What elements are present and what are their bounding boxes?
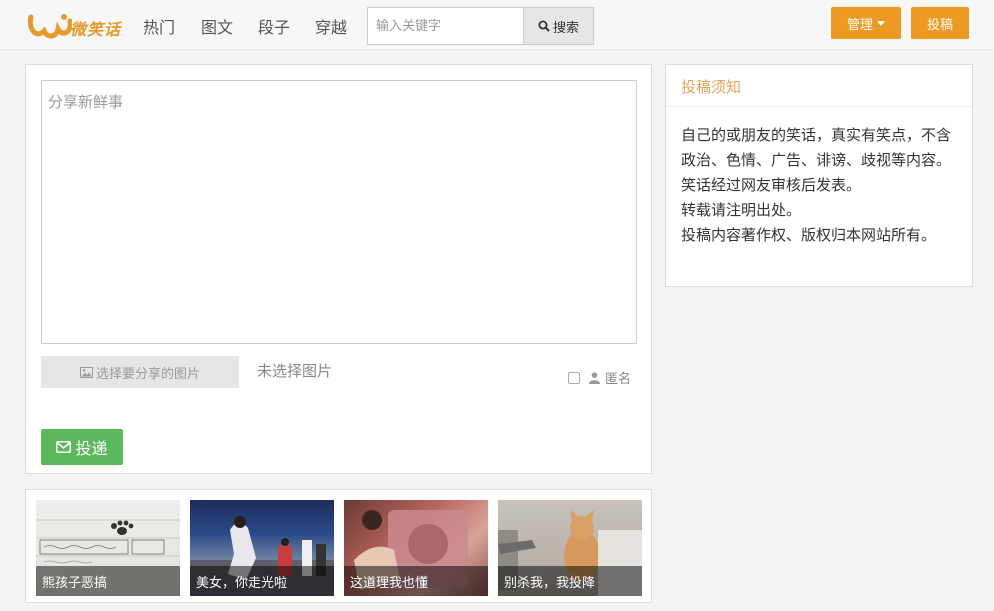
site-logo[interactable]: 微笑话 [28,7,128,43]
thumbnail-caption: 别杀我，我投降 [498,566,642,596]
contribute-button-label: 投稿 [926,17,953,33]
thumbnail-card[interactable]: 这道理我也懂 [344,500,488,596]
anonymous-checkbox[interactable] [568,371,580,384]
search-button-label: 搜索 [552,20,579,36]
nav-link-jokes[interactable]: 段子 [258,14,290,38]
submit-label: 投递 [75,439,108,458]
notice-line: 笑话经过网友审核后发表。 [681,176,862,194]
featured-thumbnails: 熊孩子恶搞 美女，你走光啦 这道理我也懂 别杀我，我投降 [25,489,652,603]
brand-name: 微笑话 [70,20,122,39]
search-icon [538,20,550,32]
user-icon [589,371,600,384]
thumbnail-card[interactable]: 别杀我，我投降 [498,500,642,596]
post-panel: 选择要分享的图片 未选择图片 匿名 投递 [25,64,652,474]
no-image-status: 未选择图片 [257,362,333,380]
search-input[interactable] [367,7,524,45]
anonymous-option[interactable]: 匿名 [568,368,631,387]
manage-dropdown-button[interactable]: 管理 [831,7,901,39]
thumbnail-caption: 熊孩子恶搞 [36,566,180,596]
nav-link-timetravel[interactable]: 穿越 [315,14,347,38]
notice-line: 转载请注明出处。 [681,201,802,219]
notice-line: 投稿内容著作权、版权归本网站所有。 [681,226,937,244]
choose-image-label: 选择要分享的图片 [95,366,200,382]
anonymous-label: 匿名 [605,372,632,387]
thumbnail-caption: 这道理我也懂 [344,566,488,596]
submission-notice-panel: 投稿须知 自己的或朋友的笑话，真实有笑点，不含政治、色情、广告、诽谤、歧视等内容… [665,64,973,287]
envelope-icon [56,441,72,453]
top-navbar: 微笑话 热门 图文 段子 穿越 搜索 管理 投稿 [0,0,994,50]
post-textarea[interactable] [41,80,637,344]
thumbnail-card[interactable]: 熊孩子恶搞 [36,500,180,596]
notice-line: 自己的或朋友的笑话，真实有笑点，不含政治、色情、广告、诽谤、歧视等内容。 [681,126,952,169]
search-button[interactable]: 搜索 [523,7,594,45]
caret-down-icon [877,20,885,26]
choose-image-button[interactable]: 选择要分享的图片 [41,356,239,388]
manage-button-label: 管理 [846,17,873,33]
contribute-button[interactable]: 投稿 [911,7,969,39]
notice-body: 自己的或朋友的笑话，真实有笑点，不含政治、色情、广告、诽谤、歧视等内容。 笑话经… [666,107,972,248]
logo-icon [28,14,72,39]
nav-link-hot[interactable]: 热门 [143,14,175,38]
notice-title: 投稿须知 [666,65,972,107]
nav-link-pictures[interactable]: 图文 [201,14,233,38]
image-icon [79,366,93,378]
thumbnail-caption: 美女，你走光啦 [190,566,334,596]
submit-button[interactable]: 投递 [41,429,123,465]
thumbnail-card[interactable]: 美女，你走光啦 [190,500,334,596]
